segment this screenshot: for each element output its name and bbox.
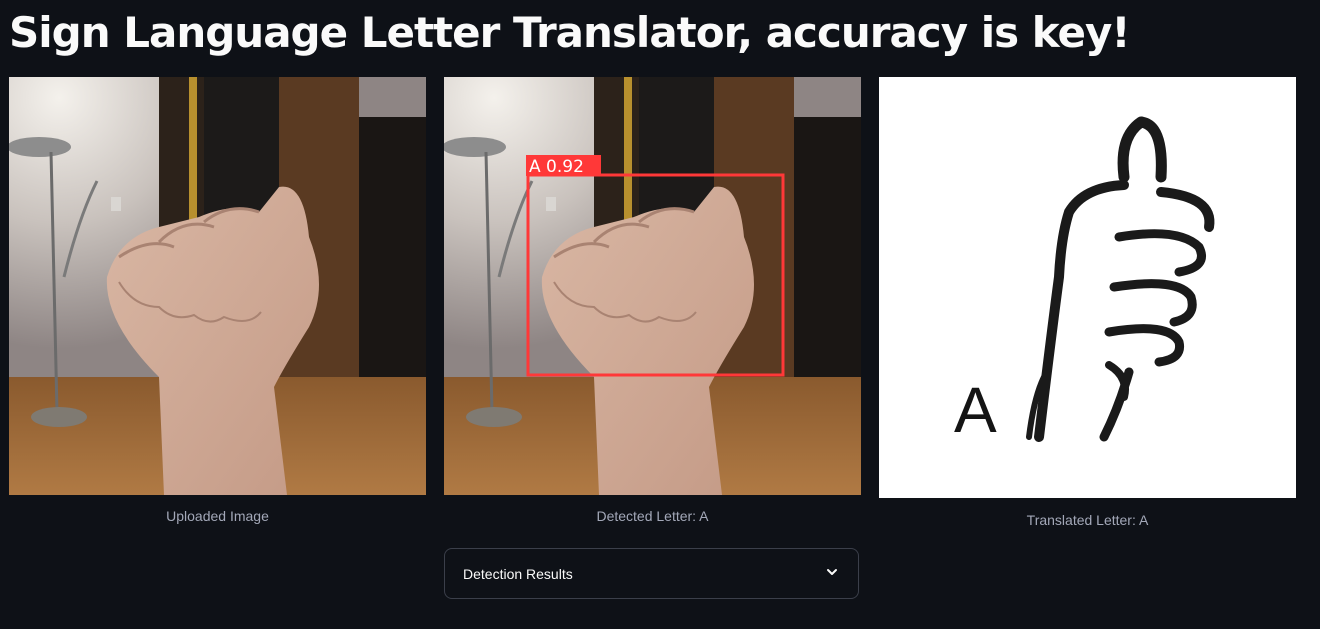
uploaded-image-column: Uploaded Image [9,77,426,524]
detected-image: A 0.92 [444,77,861,495]
detected-image-column: A 0.92 Detected Letter: A [444,77,861,524]
page-title: Sign Language Letter Translator, accurac… [9,8,1131,57]
chevron-down-icon [824,564,840,584]
uploaded-image [9,77,426,495]
detected-image-caption: Detected Letter: A [596,508,709,524]
uploaded-image-caption: Uploaded Image [166,508,269,524]
app-page: Sign Language Letter Translator, accurac… [0,0,1320,629]
translated-image-column: A Translated Letter: A [879,77,1296,528]
translated-sign-image: A [879,77,1296,498]
sign-letter: A [954,374,997,446]
detection-label: A 0.92 [529,157,584,177]
expander-label: Detection Results [463,565,573,582]
translated-image-caption: Translated Letter: A [1026,512,1149,528]
detection-results-expander[interactable]: Detection Results [444,548,859,599]
